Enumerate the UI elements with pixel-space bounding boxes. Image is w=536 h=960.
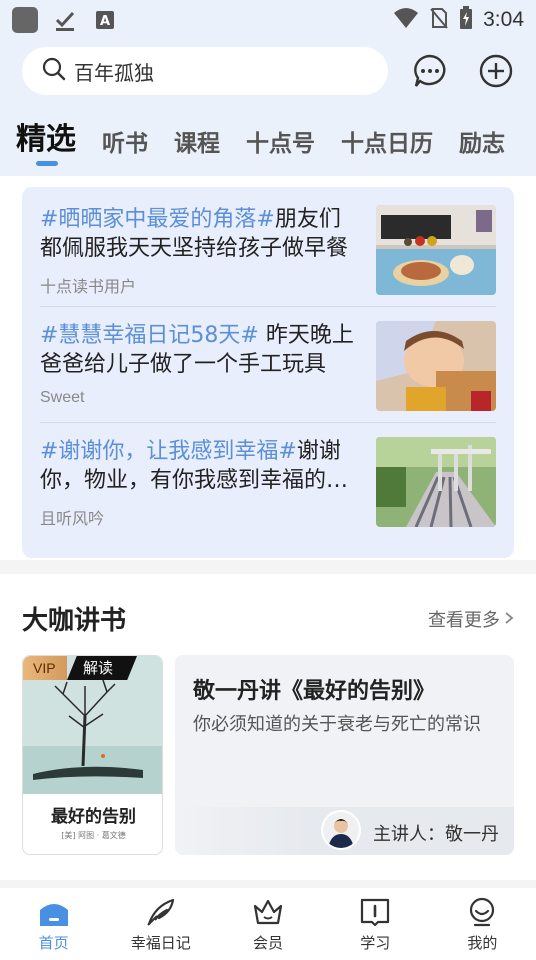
- category-tabs: 精选 听书 课程 十点号 十点日历 励志: [16, 118, 505, 168]
- see-more-label: 查看更多: [428, 610, 500, 631]
- feed-author: 且听风吟: [40, 511, 105, 528]
- feed-hashtag[interactable]: #晒晒家中最爱的角落#: [40, 207, 275, 232]
- vip-badge: VIP: [23, 656, 67, 680]
- feather-icon: [145, 896, 177, 928]
- feed-item[interactable]: #慧慧幸福日记58天# 昨天晚上爸爸给儿子做了一个手工玩具 Sweet: [40, 303, 496, 419]
- svg-text:A: A: [100, 14, 110, 29]
- feed-headline: #谢谢你，让我感到幸福#谢谢你，物业，有你我感到幸福的每一天: [40, 439, 349, 493]
- feed-headline: #慧慧幸福日记58天# 昨天晚上爸爸给儿子做了一个手工玩具: [40, 323, 354, 377]
- nav-label: 学习: [360, 934, 391, 952]
- feed-hashtag[interactable]: #慧慧幸福日记58天#: [40, 323, 259, 348]
- feed-headline: #晒晒家中最爱的角落#朋友们都佩服我天天坚持给孩子做早餐: [40, 207, 349, 261]
- book-credits: [美] 阿图 · 葛文德: [61, 831, 126, 840]
- app-notification-icon: [12, 7, 38, 33]
- search-row: 百年孤独: [22, 47, 520, 95]
- nav-label: 会员: [253, 934, 284, 952]
- chevron-right-icon: [504, 609, 514, 630]
- book-icon: [359, 896, 391, 928]
- status-time: 3:04: [483, 8, 524, 31]
- nav-item-diary[interactable]: 幸福日记: [107, 888, 214, 960]
- tab-accounts[interactable]: 十点号: [246, 122, 315, 168]
- feed-hashtag[interactable]: #谢谢你，让我感到幸福#: [40, 439, 297, 464]
- chat-bubble-icon: [414, 54, 446, 87]
- book-title: 最好的告别: [51, 807, 136, 827]
- message-button[interactable]: [412, 53, 448, 89]
- add-button[interactable]: [478, 53, 514, 89]
- nav-label: 幸福日记: [130, 934, 191, 952]
- profile-icon: [466, 896, 498, 928]
- plus-circle-icon: [479, 54, 513, 88]
- section-separator: [0, 560, 536, 574]
- feed-item[interactable]: #晒晒家中最爱的角落#朋友们都佩服我天天坚持给孩子做早餐 十点读书用户: [40, 187, 496, 303]
- status-bar: A 3:04: [0, 0, 536, 40]
- nav-separator: [0, 880, 536, 888]
- search-input[interactable]: 百年孤独: [22, 47, 388, 95]
- wifi-icon: [393, 7, 419, 33]
- tab-courses[interactable]: 课程: [174, 122, 220, 168]
- feed-author: 十点读书用户: [40, 279, 137, 296]
- speaker-avatar: [321, 810, 361, 850]
- tab-featured[interactable]: 精选: [16, 118, 76, 166]
- nav-label: 我的: [467, 934, 498, 952]
- section-title: 大咖讲书: [22, 606, 127, 636]
- text-a-icon: A: [92, 7, 118, 33]
- book-cover-card[interactable]: VIP 解读 最好的告别 [美] 阿图 · 葛文德: [22, 655, 163, 855]
- feed-author: Sweet: [40, 389, 85, 406]
- nav-item-home[interactable]: 首页: [0, 888, 107, 960]
- feed-thumbnail: [376, 205, 496, 295]
- nav-label: 首页: [38, 934, 69, 952]
- battery-charging-icon: [459, 6, 473, 34]
- see-more-link[interactable]: 查看更多: [428, 606, 514, 632]
- tab-calendar[interactable]: 十点日历: [341, 122, 433, 168]
- feed-item[interactable]: #谢谢你，让我感到幸福#谢谢你，物业，有你我感到幸福的每一天 且听风吟: [40, 419, 496, 535]
- diary-feed-card: #晒晒家中最爱的角落#朋友们都佩服我天天坚持给孩子做早餐 十点读书用户 #慧慧幸…: [22, 187, 514, 558]
- bottom-navigation: 首页 幸福日记 会员 学习 我的: [0, 888, 536, 960]
- tab-audiobooks[interactable]: 听书: [102, 122, 148, 168]
- interpretation-badge: 解读: [67, 656, 137, 680]
- speaker-name: 主讲人：敬一丹: [373, 824, 499, 845]
- feed-thumbnail: [376, 321, 496, 411]
- nav-item-membership[interactable]: 会员: [214, 888, 321, 960]
- search-query: 百年孤独: [74, 60, 154, 85]
- active-tab-indicator: [36, 161, 58, 166]
- talk-description: 你必须知道的关于衰老与死亡的常识: [193, 714, 481, 735]
- no-sim-icon: [429, 7, 449, 33]
- nav-item-study[interactable]: 学习: [322, 888, 429, 960]
- nav-item-profile[interactable]: 我的: [429, 888, 536, 960]
- download-complete-icon: [52, 7, 78, 33]
- talk-card[interactable]: 敬一丹讲《最好的告别》 你必须知道的关于衰老与死亡的常识 主讲人：敬一丹: [175, 655, 514, 855]
- crown-icon: [252, 896, 284, 928]
- home-icon: [38, 896, 70, 928]
- search-icon: [42, 57, 66, 85]
- tab-inspiration[interactable]: 励志: [459, 122, 505, 168]
- feed-thumbnail: [376, 437, 496, 527]
- talk-title: 敬一丹讲《最好的告别》: [193, 679, 436, 704]
